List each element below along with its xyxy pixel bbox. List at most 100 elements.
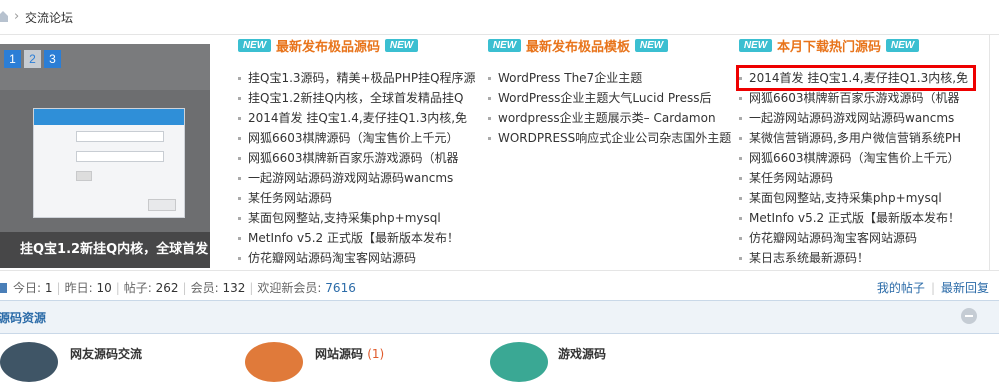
slide-pager: 1 2 3 [4, 50, 61, 68]
list-item-link[interactable]: 挂Q宝1.2新挂Q内核，全球首发精品挂Q [248, 91, 463, 105]
source-list: 挂Q宝1.3源码，精美+极品PHP挂Q程序源 挂Q宝1.2新挂Q内核，全球首发精品… [238, 68, 478, 268]
new-badge: NEW [886, 39, 920, 52]
list-item-link[interactable]: 网狐6603棋牌源码（淘宝售价上千元） [248, 131, 459, 145]
list-item[interactable]: WordPress The7企业主题 [488, 68, 732, 88]
list-item[interactable]: 挂Q宝1.3源码，精美+极品PHP挂Q程序源 [238, 68, 478, 88]
list-item-link[interactable]: 网狐6603棋牌源码（淘宝售价上千元） [749, 151, 960, 165]
list-item[interactable]: WordPress企业主题大气Lucid Press后 [488, 88, 732, 108]
latest-source-column: NEW 最新发布极品源码 NEW 挂Q宝1.3源码，精美+极品PHP挂Q程序源 挂Q宝… [238, 36, 478, 268]
latest-replies-link[interactable]: 最新回复 [941, 281, 989, 295]
forum-name[interactable]: 网友源码交流 [70, 345, 142, 362]
list-item[interactable]: 仿花瓣网站源码淘宝客网站源码 [739, 228, 973, 248]
new-badge: NEW [635, 39, 669, 52]
slideshow[interactable]: 1 2 3 挂Q宝1.2新挂Q内核，全球首发 [0, 44, 210, 268]
list-item-link[interactable]: 某任务网站源码 [749, 171, 833, 185]
list-item-link[interactable]: 网狐6603棋牌新百家乐游戏源码（机器 [749, 91, 960, 105]
list-item-link[interactable]: WORDPRESS响应式企业公司杂志国外主题 [498, 131, 731, 145]
list-item[interactable]: 网狐6603棋牌新百家乐游戏源码（机器 [739, 88, 973, 108]
list-item[interactable]: 某面包网整站,支持采集php+mysql [238, 208, 478, 228]
list-item-link[interactable]: MetInfo v5.2 正式版【最新版本发布！ [749, 211, 960, 225]
list-item[interactable]: 一起游网站源码游戏网站源码wancms [739, 108, 973, 128]
breadcrumb-current[interactable]: 交流论坛 [25, 9, 73, 26]
slide-image-dialog [33, 108, 185, 218]
latest-template-column: NEW 最新发布极品模板 NEW WordPress The7企业主题 WordPre… [488, 36, 732, 268]
today-label: 今日: [13, 281, 42, 295]
list-item[interactable]: 网狐6603棋牌源码（淘宝售价上千元） [238, 128, 478, 148]
list-item[interactable]: WORDPRESS响应式企业公司杂志国外主题 [488, 128, 732, 148]
section-title[interactable]: 源码资源 [0, 309, 46, 326]
list-item-link[interactable]: 2014首发 挂Q宝1.4,麦仔挂Q1.3内核,免 [248, 111, 467, 125]
template-list: WordPress The7企业主题 WordPress企业主题大气Lucid P… [488, 68, 732, 148]
bullet-icon [238, 257, 241, 260]
list-item[interactable]: 网狐6603棋牌源码（淘宝售价上千元） [739, 148, 973, 168]
list-item[interactable]: 某任务网站源码 [238, 188, 478, 208]
forum-icon[interactable] [0, 342, 58, 382]
slide-page-1[interactable]: 1 [4, 50, 21, 68]
list-item-link[interactable]: 2014首发 挂Q宝1.4,麦仔挂Q1.3内核,免 [749, 71, 968, 85]
list-item-link[interactable]: MetInfo v5.2 正式版【最新版本发布！ [248, 231, 459, 245]
list-item[interactable]: MetInfo v5.2 正式版【最新版本发布！ [238, 228, 478, 248]
list-item[interactable]: 某日志系统最新源码！ [739, 248, 973, 268]
list-item[interactable]: 某微信营销源码,多用户微信营销系统PH [739, 128, 973, 148]
stats-divider: | [115, 281, 120, 295]
slide-page-2[interactable]: 2 [24, 50, 41, 68]
bullet-icon [488, 137, 491, 140]
yesterday-label: 昨日: [64, 281, 93, 295]
list-item-link[interactable]: 网狐6603棋牌新百家乐游戏源码（机器 [248, 151, 459, 165]
list-item[interactable]: 一起游网站源码游戏网站源码wancms [238, 168, 478, 188]
breadcrumb-separator: › [14, 9, 20, 24]
collapse-icon[interactable] [961, 308, 977, 324]
stats-divider: | [930, 281, 935, 295]
new-badge: NEW [488, 39, 521, 52]
bullet-icon [238, 177, 241, 180]
welcome-label: 欢迎新会员: [257, 281, 322, 295]
list-item-link[interactable]: WordPress The7企业主题 [498, 71, 642, 85]
list-item[interactable]: 2014首发 挂Q宝1.4,麦仔挂Q1.3内核,免 [238, 108, 478, 128]
bullet-icon [238, 157, 241, 160]
list-item-link[interactable]: 仿花瓣网站源码淘宝客网站源码 [248, 251, 416, 265]
column-title: 最新发布极品源码 [276, 40, 381, 55]
bullet-icon [739, 77, 742, 80]
list-item-link[interactable]: wordpress企业主题展示类– Cardamon [498, 111, 716, 125]
list-item-link[interactable]: 某任务网站源码 [248, 191, 332, 205]
list-item[interactable]: 2014首发 挂Q宝1.4,麦仔挂Q1.3内核,免 [736, 65, 976, 91]
list-item-link[interactable]: 一起游网站源码游戏网站源码wancms [248, 171, 453, 185]
list-item-link[interactable]: 某微信营销源码,多用户微信营销系统PH [749, 131, 961, 145]
slide-caption[interactable]: 挂Q宝1.2新挂Q内核，全球首发 [0, 232, 210, 268]
bullet-icon [488, 117, 491, 120]
list-item-link[interactable]: 挂Q宝1.3源码，精美+极品PHP挂Q程序源 [248, 71, 476, 85]
list-item-link[interactable]: 仿花瓣网站源码淘宝客网站源码 [749, 231, 917, 245]
list-item-link[interactable]: 某日志系统最新源码！ [749, 251, 869, 265]
forum-name[interactable]: 游戏源码 [558, 345, 606, 362]
new-badge: NEW [385, 39, 419, 52]
bullet-icon [238, 237, 241, 240]
home-icon[interactable] [0, 9, 10, 23]
bullet-icon [238, 217, 241, 220]
bullet-icon [238, 137, 241, 140]
list-item[interactable]: 仿花瓣网站源码淘宝客网站源码 [238, 248, 478, 268]
list-item-link[interactable]: 某面包网整站,支持采集php+mysql [749, 191, 942, 205]
forum-name-text[interactable]: 网站源码 [315, 347, 363, 361]
list-item[interactable]: wordpress企业主题展示类– Cardamon [488, 108, 732, 128]
list-item[interactable]: 某任务网站源码 [739, 168, 973, 188]
forum-icon[interactable] [245, 342, 303, 382]
new-member-link[interactable]: 7616 [325, 281, 356, 295]
list-item-link[interactable]: WordPress企业主题大气Lucid Press后 [498, 91, 711, 105]
list-item[interactable]: 挂Q宝1.2新挂Q内核，全球首发精品挂Q [238, 88, 478, 108]
list-item-link[interactable]: 一起游网站源码游戏网站源码wancms [749, 111, 954, 125]
stats-divider: | [56, 281, 61, 295]
bullet-icon [739, 197, 742, 200]
new-badge: NEW [739, 39, 772, 52]
forum-name[interactable]: 网站源码 (1) [315, 345, 384, 362]
list-item[interactable]: 网狐6603棋牌新百家乐游戏源码（机器 [238, 148, 478, 168]
forum-icon[interactable] [490, 342, 548, 382]
forum-name-text[interactable]: 网友源码交流 [70, 347, 142, 361]
my-posts-link[interactable]: 我的帖子 [877, 281, 925, 295]
posts-count: 262 [155, 281, 179, 295]
forum-name-text[interactable]: 游戏源码 [558, 347, 606, 361]
list-item[interactable]: 某面包网整站,支持采集php+mysql [739, 188, 973, 208]
slide-page-3[interactable]: 3 [44, 50, 61, 68]
list-item[interactable]: MetInfo v5.2 正式版【最新版本发布！ [739, 208, 973, 228]
slide-field [76, 131, 164, 142]
list-item-link[interactable]: 某面包网整站,支持采集php+mysql [248, 211, 441, 225]
